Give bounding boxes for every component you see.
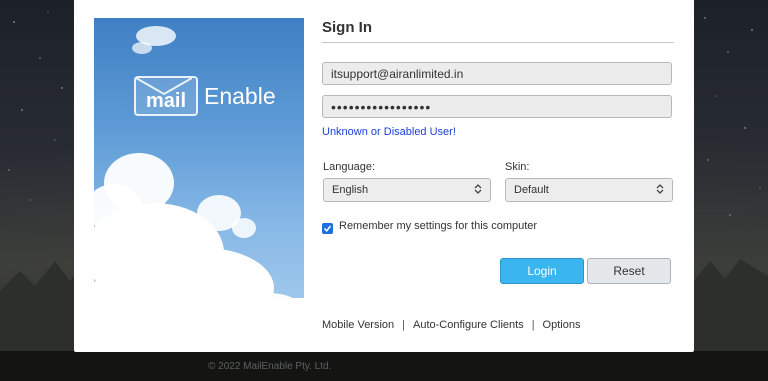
skin-label: Skin: (505, 161, 530, 173)
language-select-value: English (332, 184, 369, 196)
mobile-version-link[interactable]: Mobile Version (322, 319, 394, 331)
chevron-up-down-icon (656, 183, 664, 197)
link-separator: | (531, 319, 535, 331)
remember-checkbox[interactable] (322, 223, 333, 234)
login-panel: mail Enable Sign In itsupport@airanlimit… (74, 0, 694, 352)
reset-button[interactable]: Reset (587, 258, 671, 284)
language-select[interactable]: English (323, 178, 491, 202)
footer-links: Mobile Version | Auto-Configure Clients … (322, 319, 580, 331)
skin-select-value: Default (514, 184, 549, 196)
page-title: Sign In (322, 19, 372, 36)
link-separator: | (402, 319, 406, 331)
language-label: Language: (323, 161, 375, 173)
options-link[interactable]: Options (543, 319, 581, 331)
username-input[interactable]: itsupport@airanlimited.in (322, 62, 672, 85)
remember-settings: Remember my settings for this computer (322, 217, 537, 234)
title-divider (322, 42, 674, 43)
checkmark-icon (323, 225, 332, 232)
logo-text-mail: mail (145, 90, 187, 112)
skin-select[interactable]: Default (505, 178, 673, 202)
clouds-illustration (94, 26, 304, 334)
logo-text-enable: Enable (204, 82, 276, 109)
brand-sky-image: mail Enable (94, 18, 304, 334)
auto-configure-clients-link[interactable]: Auto-Configure Clients (413, 319, 524, 331)
login-button[interactable]: Login (500, 258, 584, 284)
remember-label: Remember my settings for this computer (339, 219, 538, 232)
copyright-footer: © 2022 MailEnable Pty. Ltd. (208, 361, 332, 372)
chevron-up-down-icon (474, 183, 482, 197)
envelope-icon: mail (134, 76, 198, 116)
mailenable-logo: mail Enable (134, 76, 276, 116)
password-input[interactable]: ••••••••••••••••• (322, 95, 672, 118)
error-message: Unknown or Disabled User! (322, 126, 456, 138)
